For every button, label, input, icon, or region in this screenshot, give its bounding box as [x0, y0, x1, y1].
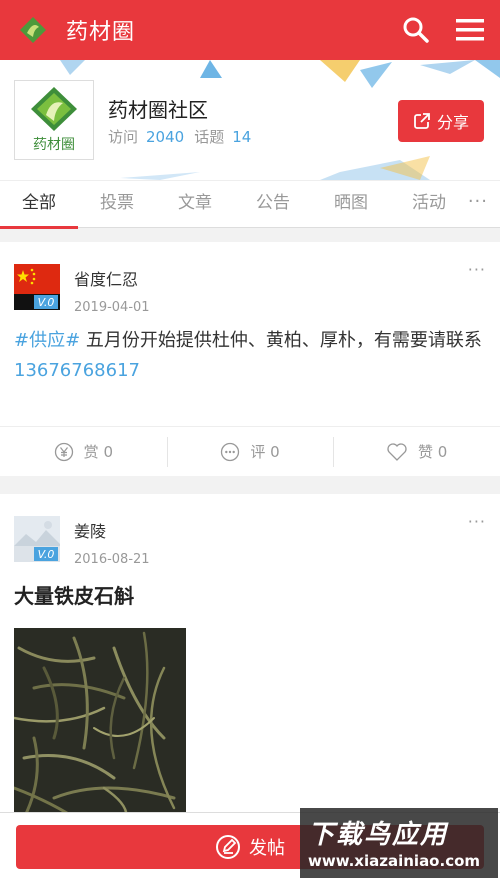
- tab-bar: 全部 投票 文章 公告 晒图 活动 ···: [0, 180, 500, 229]
- post-photo[interactable]: [14, 628, 186, 824]
- search-icon[interactable]: [402, 16, 430, 44]
- tab-all[interactable]: 全部: [0, 180, 78, 229]
- community-header: 药材圈 药材圈社区 访问 2040 话题 14 分享: [0, 60, 500, 180]
- tab-vote[interactable]: 投票: [78, 180, 156, 228]
- share-label: 分享: [436, 113, 469, 132]
- heart-icon: [387, 442, 407, 461]
- post-more-icon[interactable]: ···: [468, 512, 486, 531]
- level-badge: V.0: [38, 548, 55, 561]
- level-badge: V.0: [38, 296, 55, 309]
- watermark: 下载鸟应用 www.xiazainiao.com: [300, 808, 498, 878]
- comment-label: 评 0: [250, 443, 280, 461]
- post-author[interactable]: 姜陵: [74, 518, 106, 542]
- post-text: 五月份开始提供杜仲、黄柏、厚朴，有需要请联系: [80, 330, 482, 351]
- app-title: 药材圈: [66, 20, 136, 45]
- watermark-title: 下载鸟应用: [308, 820, 449, 850]
- share-icon: [414, 113, 430, 129]
- tab-events[interactable]: 活动: [390, 180, 468, 228]
- tab-photos[interactable]: 晒图: [312, 180, 390, 228]
- post-title[interactable]: 大量铁皮石斛: [14, 580, 134, 609]
- post-more-icon[interactable]: ···: [468, 260, 486, 279]
- community-stats: 访问 2040 话题 14: [108, 126, 261, 147]
- svg-text:药材圈: 药材圈: [33, 137, 75, 153]
- visits-label: 访问: [108, 128, 139, 146]
- edit-icon: [216, 835, 240, 859]
- community-avatar: 药材圈: [14, 80, 94, 160]
- watermark-url: www.xiazainiao.com: [308, 852, 481, 870]
- app-logo-icon[interactable]: [18, 15, 48, 45]
- new-post-label: 发帖: [249, 838, 285, 859]
- share-button[interactable]: 分享: [398, 100, 484, 142]
- tab-announcements[interactable]: 公告: [234, 180, 312, 228]
- like-label: 赞 0: [418, 443, 448, 461]
- avatar[interactable]: V.0: [14, 516, 60, 562]
- comment-icon: [221, 442, 240, 461]
- yen-icon: [54, 442, 73, 461]
- avatar[interactable]: V.0: [14, 264, 60, 310]
- post-content: #供应# 五月份开始提供杜仲、黄柏、厚朴，有需要请联系 13676768617: [14, 326, 490, 386]
- post-phone-link[interactable]: 13676768617: [14, 360, 140, 381]
- like-button[interactable]: 赞 0: [333, 427, 500, 476]
- post-date: 2019-04-01: [74, 300, 150, 315]
- top-bar: 药材圈: [0, 0, 500, 60]
- topics-label: 话题: [194, 128, 225, 146]
- topics-count: 14: [232, 128, 252, 146]
- post-card[interactable]: V.0 姜陵 2016-08-21 ··· 大量铁皮石斛: [0, 494, 500, 824]
- post-card[interactable]: V.0 省度仁忍 2019-04-01 ··· #供应# 五月份开始提供杜仲、黄…: [0, 242, 500, 476]
- comment-button[interactable]: 评 0: [166, 427, 334, 476]
- post-author[interactable]: 省度仁忍: [74, 266, 138, 290]
- post-date: 2016-08-21: [74, 552, 150, 567]
- tab-articles[interactable]: 文章: [156, 180, 234, 228]
- reward-button[interactable]: 赏 0: [0, 427, 167, 476]
- menu-icon[interactable]: [456, 17, 484, 43]
- reward-label: 赏 0: [83, 443, 113, 461]
- community-name: 药材圈社区: [108, 98, 208, 122]
- visits-count: 2040: [146, 128, 185, 146]
- tabs-more-icon[interactable]: ···: [468, 191, 488, 212]
- post-actions: 赏 0 评 0 赞 0: [0, 426, 500, 476]
- post-tag[interactable]: #供应#: [14, 330, 80, 351]
